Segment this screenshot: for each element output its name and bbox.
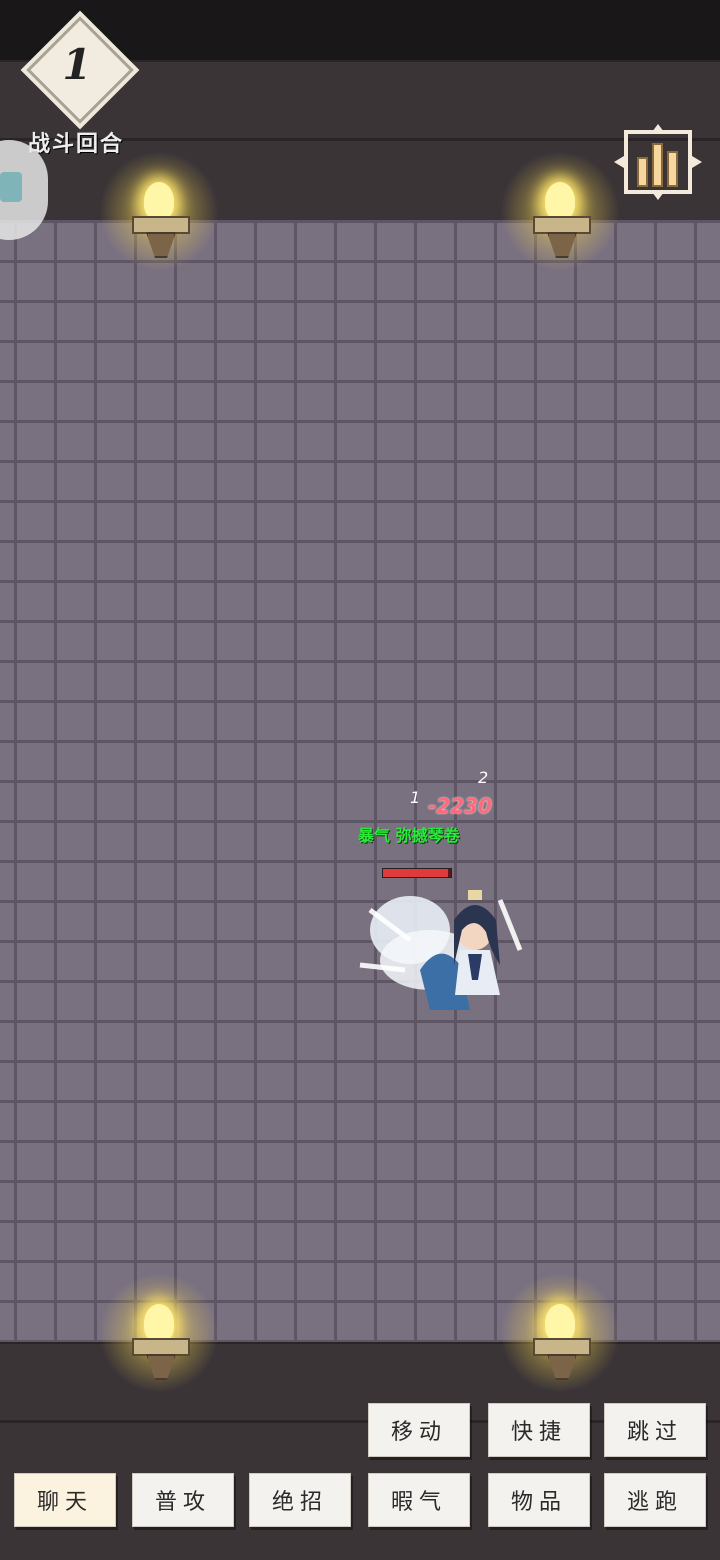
attack-button[interactable]: 普攻 (132, 1473, 234, 1527)
quick-button[interactable]: 快捷 (488, 1403, 590, 1457)
items-button[interactable]: 物品 (488, 1473, 590, 1527)
round-badge: 1 (22, 16, 138, 134)
character-name: 暴气 弥撼琴卷 (358, 826, 460, 845)
flee-button[interactable]: 逃跑 (604, 1473, 706, 1527)
hit-counter: 2 (478, 768, 489, 787)
stats-button[interactable] (612, 122, 704, 202)
ultimate-button[interactable]: 绝招 (249, 1473, 351, 1527)
torch-icon (500, 151, 620, 271)
round-number: 1 (62, 40, 92, 89)
round-label: 战斗回合 (28, 132, 125, 157)
charge-button[interactable]: 暇气 (368, 1473, 470, 1527)
character-unit[interactable]: 2 1 -2230 暴气 弥撼琴卷 (340, 760, 560, 1040)
torch-icon (99, 1273, 219, 1393)
damage-number: -2230 (428, 794, 492, 818)
move-button[interactable]: 移动 (368, 1403, 470, 1457)
chat-button[interactable]: 聊天 (14, 1473, 116, 1527)
side-float-icon (0, 172, 22, 202)
skip-button[interactable]: 跳过 (604, 1403, 706, 1457)
battle-screen: 1 战斗回合 2 1 -2230 暴气 弥撼琴卷 移动 快捷 跳过 聊天 普攻 … (0, 0, 720, 1560)
hit-counter: 1 (410, 788, 421, 807)
stats-chart-icon (614, 124, 702, 200)
character-sprite-icon (359, 890, 523, 1010)
torch-icon (99, 151, 219, 271)
torch-icon (500, 1273, 620, 1393)
